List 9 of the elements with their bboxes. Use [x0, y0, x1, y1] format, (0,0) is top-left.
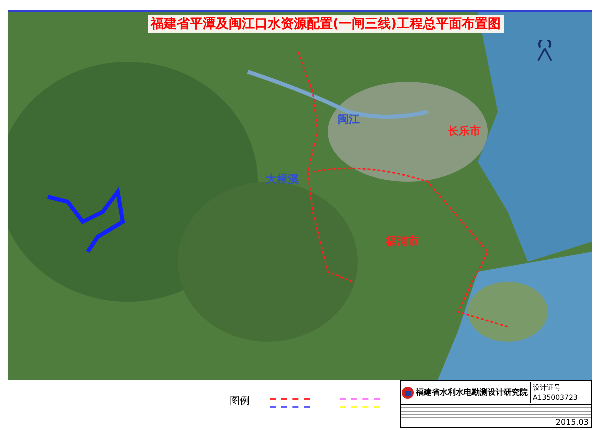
place-label: 福清市 — [386, 234, 419, 249]
place-label: 长乐市 — [448, 124, 481, 139]
place-label: 大樟溪 — [266, 172, 299, 187]
legend-title: 图例 — [230, 395, 250, 408]
date-text: 2015.03 — [556, 418, 589, 427]
place-label: 闽江 — [338, 112, 360, 127]
map-title: 福建省平潭及闽江口水资源配置(一闸三线)工程总平面布置图 — [148, 15, 504, 33]
institute-name: 福建省水利水电勘测设计研究院 — [416, 387, 528, 398]
logo-icon — [402, 386, 414, 398]
